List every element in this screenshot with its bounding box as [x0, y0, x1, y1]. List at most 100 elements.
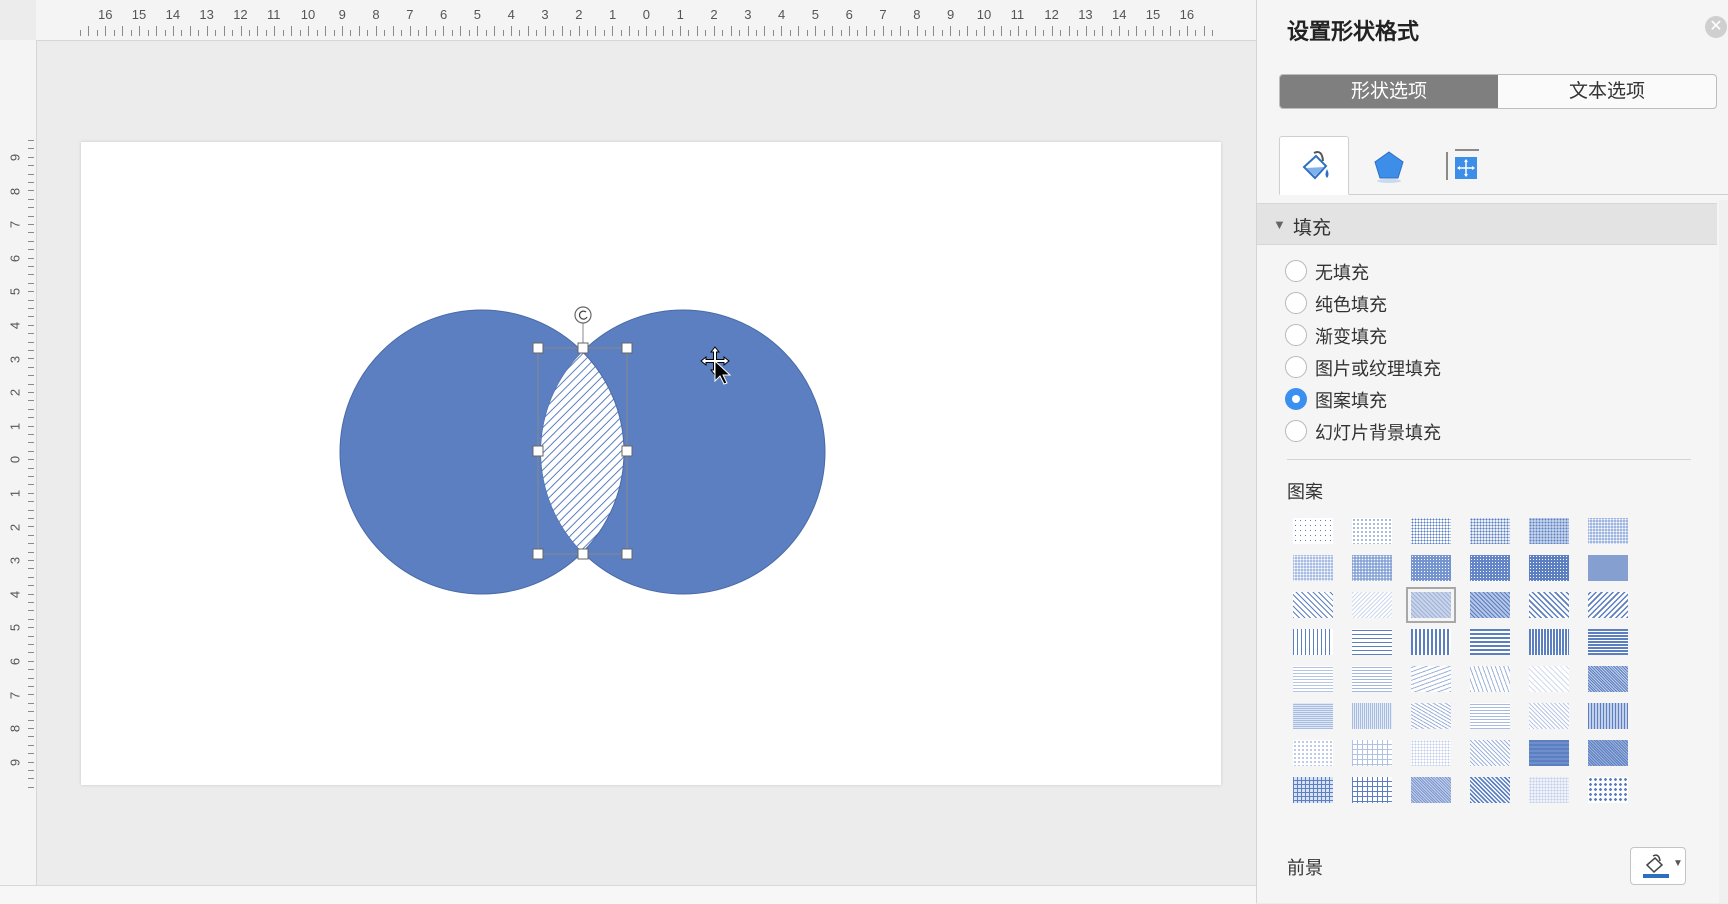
pattern-swatch[interactable] [1352, 703, 1392, 729]
radio-label: 图案填充 [1315, 391, 1387, 411]
pattern-swatch[interactable] [1529, 555, 1569, 581]
ruler-tick [28, 341, 34, 343]
resize-handle-bottom-right[interactable] [621, 548, 633, 560]
pattern-swatch[interactable] [1529, 777, 1569, 803]
tab-text-options[interactable]: 文本选项 [1498, 75, 1716, 108]
pattern-swatch[interactable] [1411, 777, 1451, 803]
pattern-swatch[interactable] [1293, 555, 1333, 581]
pattern-swatch[interactable] [1529, 518, 1569, 544]
pattern-swatch[interactable] [1588, 740, 1628, 766]
radio-button[interactable] [1285, 420, 1307, 442]
pattern-swatch[interactable] [1529, 592, 1569, 618]
pattern-swatch[interactable] [1352, 666, 1392, 692]
ruler-tick [28, 736, 34, 738]
tab-size-properties[interactable] [1427, 136, 1495, 194]
pattern-swatch[interactable] [1352, 777, 1392, 803]
resize-handle-bottom[interactable] [577, 548, 589, 560]
tab-effects[interactable] [1353, 136, 1421, 194]
ruler-tick [587, 30, 588, 36]
pattern-swatch[interactable] [1411, 629, 1451, 655]
pattern-swatch[interactable] [1352, 555, 1392, 581]
ruler-tick [181, 30, 183, 36]
radio-button[interactable] [1285, 324, 1307, 346]
resize-handle-top[interactable] [577, 342, 589, 354]
panel-scrollbar[interactable] [1719, 200, 1728, 903]
pattern-swatch[interactable] [1470, 592, 1510, 618]
horizontal-ruler: 16 15 14 13 12 11 10 9 8 7 6 5 4 3 2 1 0 1 2 3 4 5 6 7 8 9 10 11 12 1… [0, 0, 1256, 41]
resize-handle-left[interactable] [532, 445, 544, 457]
pattern-swatch[interactable] [1529, 666, 1569, 692]
ruler-tick [28, 366, 34, 368]
ruler-tick [1017, 26, 1019, 36]
ruler-tick [28, 232, 34, 234]
resize-handle-top-right[interactable] [621, 342, 633, 354]
ruler-tick [28, 165, 34, 167]
pattern-swatch[interactable] [1406, 587, 1456, 623]
pattern-swatch[interactable] [1411, 740, 1451, 766]
pattern-swatch[interactable] [1352, 629, 1392, 655]
ruler-tick [460, 26, 462, 36]
fill-section-header[interactable]: ▼ 填充 [1257, 203, 1717, 245]
pattern-swatch[interactable] [1352, 740, 1392, 766]
radio-button[interactable] [1285, 260, 1307, 282]
pattern-swatch[interactable] [1411, 703, 1451, 729]
pattern-swatch[interactable] [1588, 777, 1628, 803]
pattern-swatch[interactable] [1293, 703, 1333, 729]
resize-handle-top-left[interactable] [532, 342, 544, 354]
ruler-label: 4 [7, 321, 23, 330]
radio-label: 图片或纹理填充 [1315, 359, 1441, 379]
ruler-tick [806, 30, 808, 36]
pattern-swatch[interactable] [1293, 629, 1333, 655]
pattern-swatch[interactable] [1470, 518, 1510, 544]
pattern-swatch[interactable] [1470, 629, 1510, 655]
format-shape-panel: 设置形状格式 ✕ 形状选项 文本选项 ▼ 填充 无填充 纯色填充 渐变填充 图片… [1256, 0, 1728, 903]
pattern-swatch[interactable] [1293, 777, 1333, 803]
slide[interactable] [81, 142, 1221, 785]
pattern-swatch[interactable] [1588, 666, 1628, 692]
radio-button-selected[interactable] [1285, 388, 1307, 410]
ruler-label: 0 [7, 456, 23, 464]
pattern-swatch[interactable] [1588, 555, 1628, 581]
tab-fill-line[interactable] [1279, 136, 1349, 195]
pattern-swatch[interactable] [1529, 703, 1569, 729]
pattern-swatch[interactable] [1411, 518, 1451, 544]
venn-diagram[interactable] [81, 142, 1221, 785]
ruler-tick [282, 30, 284, 36]
tab-shape-options[interactable]: 形状选项 [1280, 75, 1498, 108]
pattern-swatch[interactable] [1352, 518, 1392, 544]
pattern-swatch[interactable] [1588, 592, 1628, 618]
pattern-swatch[interactable] [1529, 740, 1569, 766]
ruler-tick [536, 30, 538, 36]
ruler-tick [28, 728, 34, 729]
pattern-swatch[interactable] [1352, 592, 1392, 618]
resize-handle-bottom-left[interactable] [532, 548, 544, 560]
pattern-swatch[interactable] [1293, 518, 1333, 544]
radio-button[interactable] [1285, 292, 1307, 314]
pattern-swatch[interactable] [1470, 666, 1510, 692]
pattern-swatch[interactable] [1470, 740, 1510, 766]
pattern-swatch[interactable] [1529, 629, 1569, 655]
ruler-tick [28, 501, 34, 503]
pattern-swatch[interactable] [1293, 666, 1333, 692]
pattern-swatch[interactable] [1470, 777, 1510, 803]
ruler-label: 16 [1179, 7, 1195, 22]
pattern-swatch[interactable] [1411, 666, 1451, 692]
resize-handle-right[interactable] [621, 445, 633, 457]
pattern-swatch[interactable] [1470, 555, 1510, 581]
ruler-label: 7 [406, 7, 414, 22]
ruler-tick [113, 30, 115, 36]
pattern-swatch[interactable] [1293, 740, 1333, 766]
rotate-handle[interactable] [574, 306, 592, 324]
close-icon[interactable]: ✕ [1705, 16, 1727, 38]
ruler-tick [941, 30, 943, 36]
ruler-tick [722, 30, 724, 36]
radio-button[interactable] [1285, 356, 1307, 378]
foreground-color-button[interactable]: ▼ [1630, 847, 1686, 885]
pattern-swatch[interactable] [1588, 703, 1628, 729]
ruler-tick [316, 30, 318, 36]
pattern-swatch[interactable] [1293, 592, 1333, 618]
pattern-swatch[interactable] [1411, 555, 1451, 581]
pattern-swatch[interactable] [1588, 629, 1628, 655]
pattern-swatch[interactable] [1470, 703, 1510, 729]
pattern-swatch[interactable] [1588, 518, 1628, 544]
